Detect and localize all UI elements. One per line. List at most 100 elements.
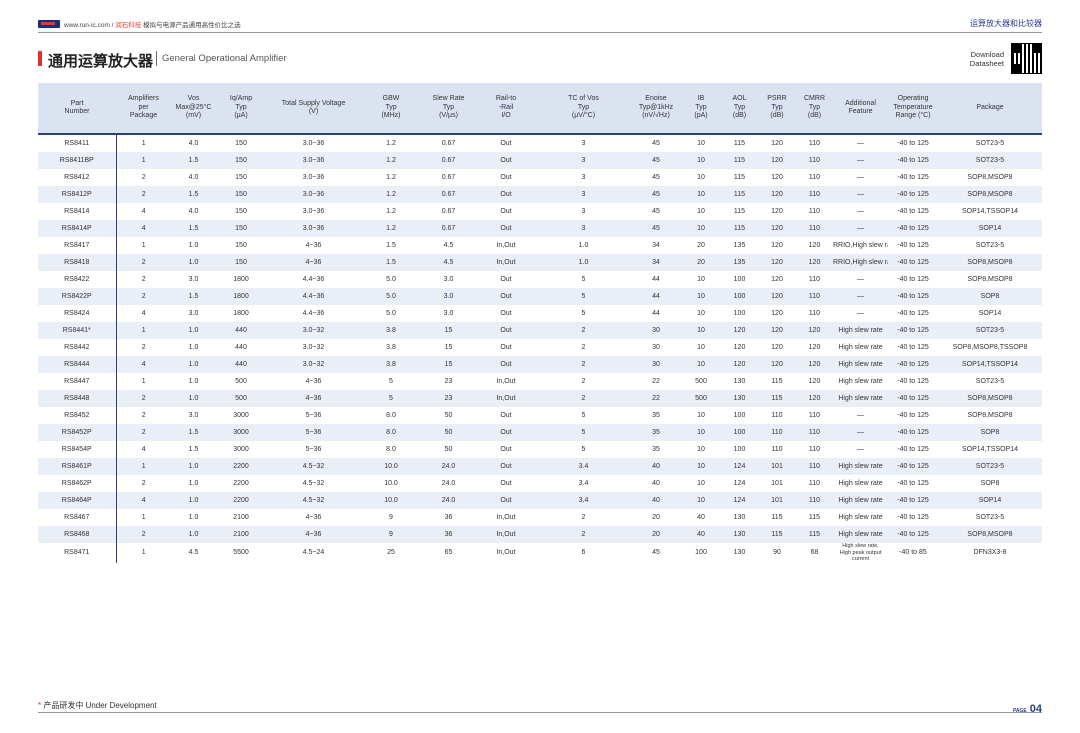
table-cell: 10 (681, 458, 721, 475)
table-cell: 2200 (216, 492, 266, 509)
part-number-cell: RS8412 (38, 169, 117, 186)
table-cell: 4.5~24 (302, 549, 325, 557)
table-cell: 4 (116, 356, 171, 373)
table-cell: 2 (116, 254, 171, 271)
table-cell: 100 (733, 276, 746, 283)
table-cell: 3.0 (443, 276, 454, 283)
table-cell: 115 (733, 140, 746, 147)
table-row: RS8422P 2 1.5 1800 4.4~36 5.0 3.0 Out 5 44 10 100 12… (38, 288, 1042, 305)
table-row: RS8414 4 4.0 150 3.0~36 1.2 0.67 Out 3 45 10 115 120… (38, 203, 1042, 220)
table-cell: -40 to 125 (888, 322, 938, 339)
table-cell: 2 (116, 390, 171, 407)
table-cell: 3000 (233, 412, 249, 419)
table-cell: 23 (444, 378, 453, 385)
table-cell: DFN3X3-8 (973, 549, 1007, 557)
table-cell: 1.5 (188, 446, 199, 453)
table-cell: 24.0 (441, 480, 456, 487)
table-cell: 1.5 (171, 424, 216, 441)
table-cell: 500 (235, 378, 247, 385)
column-header: IB Typ (pA) (681, 83, 721, 135)
section-label: 运算放大器和比较器 (970, 19, 1042, 28)
table-cell: High slew rate (838, 480, 883, 487)
table-cell: 15 (444, 344, 453, 351)
column-header: PSRR Typ (dB) (758, 83, 796, 135)
table-cell: 20 (681, 254, 721, 271)
table-cell: 45 (631, 152, 681, 169)
title-chinese: 通用运算放大器 (48, 53, 154, 70)
table-cell: 30 (631, 322, 681, 339)
table-cell: 1.0 (171, 322, 216, 339)
table-cell: -40 to 125 (897, 310, 929, 317)
table-cell: 15 (421, 356, 476, 373)
table-cell: 5 (536, 424, 631, 441)
download-datasheet-label[interactable]: Download Datasheet (966, 50, 1004, 68)
table-cell: 2 (581, 344, 586, 351)
table-cell: 35 (631, 424, 681, 441)
table-cell: High slew rate (838, 344, 883, 351)
table-row: RS8442 2 1.0 440 3.0~32 3.8 15 Out 2 30 10 120 120 12… (38, 339, 1042, 356)
table-cell: 3.0~36 (266, 186, 361, 203)
table-cell: 135 (721, 254, 758, 271)
table-row: RS8462P 2 1.0 2200 4.5~32 10.0 24.0 Out 3.4 40 10 1… (38, 475, 1042, 492)
column-header: CMRR Typ (dB) (796, 83, 833, 135)
table-cell: 120 (758, 356, 796, 373)
table-cell: 1 (141, 549, 146, 557)
table-cell: 4 (116, 492, 171, 509)
table-cell: 50 (444, 446, 453, 453)
table-cell: 4~36 (266, 526, 361, 543)
table-cell: 2 (116, 424, 171, 441)
table-cell: High slew rate (833, 322, 888, 339)
table-cell: 110 (796, 458, 833, 475)
column-header: Additional Feature (833, 83, 888, 135)
table-cell: SOT23-5 (975, 378, 1005, 385)
table-cell: 4 (116, 220, 171, 237)
table-cell: 34 (652, 242, 660, 249)
footnote-text: 产品研发中 Under Development (41, 701, 157, 710)
table-cell: 110 (796, 220, 833, 237)
table-cell: 2200 (216, 458, 266, 475)
table-cell: 40 (681, 526, 721, 543)
table-cell: 1.0 (188, 378, 199, 385)
table-cell: 110 (796, 492, 833, 509)
table-cell: 0.67 (441, 140, 456, 147)
table-row: RS8471 1 4.5 5500 4.5~24 25 65 In,Out 6 45 100 130 9… (38, 543, 1042, 563)
table-cell: 101 (771, 480, 783, 487)
table-cell: -40 to 125 (888, 390, 938, 407)
table-cell: 1.5 (386, 242, 396, 249)
table-row: RS8418 2 1.0 150 4~36 1.5 4.5 In,Out 1.0 34 20 135 1… (38, 254, 1042, 271)
table-cell: 2 (536, 322, 631, 339)
table-cell: 120 (721, 356, 758, 373)
table-cell: 3000 (216, 424, 266, 441)
table-cell: 1.5 (171, 152, 216, 169)
table-cell: 10 (681, 492, 721, 509)
table-cell: 10 (697, 344, 705, 351)
table-cell: 2100 (216, 526, 266, 543)
qr-code-icon[interactable] (1011, 43, 1042, 74)
table-cell: 4 (141, 446, 146, 453)
table-cell: 0.67 (421, 186, 476, 203)
table-row: RS8461P 1 1.0 2200 4.5~32 10.0 24.0 Out 3.4 40 10 1… (38, 458, 1042, 475)
table-row: RS8412P 2 1.5 150 3.0~36 1.2 0.67 Out 3 45 10 115 12… (38, 186, 1042, 203)
table-cell: 1.5 (171, 220, 216, 237)
table-cell: 2 (141, 412, 146, 419)
footer-divider (38, 712, 1042, 713)
table-cell: 5~36 (266, 424, 361, 441)
table-cell: 110 (808, 140, 821, 147)
table-cell: 1.2 (361, 186, 421, 203)
table-cell: In,Out (476, 254, 536, 271)
part-number-cell: RS8411BP (38, 152, 117, 169)
table-cell: High slew rate (838, 514, 883, 521)
table-cell: 2 (141, 174, 146, 181)
table-cell: 120 (771, 174, 783, 181)
table-cell: -40 to 125 (888, 254, 938, 271)
part-number-cell: RS8444 (38, 356, 117, 373)
table-cell: In,Out (496, 549, 516, 557)
table-cell: 3.0~36 (302, 140, 325, 147)
table-cell: 1.0 (578, 242, 589, 249)
table-cell: 120 (796, 254, 833, 271)
table-cell: 135 (733, 242, 746, 249)
table-cell: SOP8 (938, 424, 1042, 441)
table-cell: Out (500, 412, 512, 419)
table-cell: 110 (796, 152, 833, 169)
table-cell: 20 (652, 514, 660, 521)
